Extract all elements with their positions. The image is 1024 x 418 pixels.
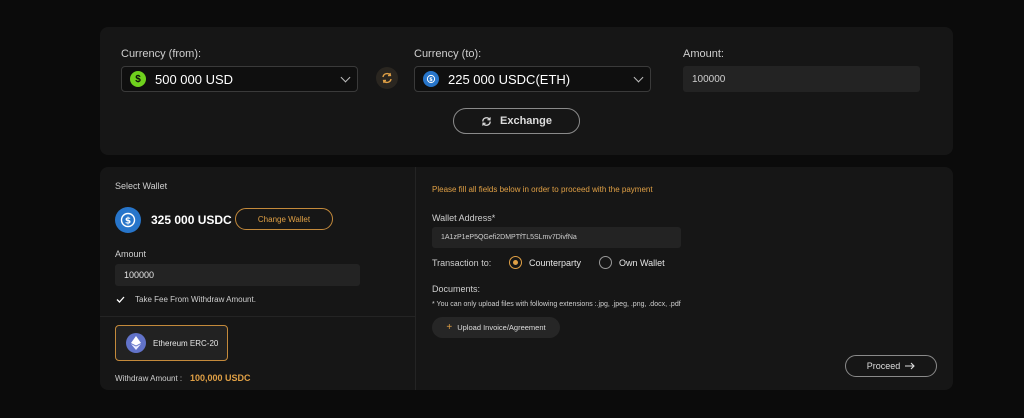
arrow-right-icon <box>905 362 916 370</box>
exchange-button-label: Exchange <box>500 115 552 127</box>
upload-invoice-button[interactable]: + Upload Invoice/Agreement <box>432 317 560 338</box>
wallet-address-label: Wallet Address* <box>432 213 496 223</box>
usdc-coin-icon: $ <box>423 71 439 87</box>
wallet-amount-input[interactable]: 100000 <box>115 264 360 286</box>
currency-to-label: Currency (to): <box>414 48 482 60</box>
ethereum-icon <box>126 333 146 353</box>
swap-currencies-button[interactable] <box>376 67 398 89</box>
change-wallet-button[interactable]: Change Wallet <box>235 208 333 230</box>
payment-panel: Select Wallet $ 325 000 USDC Change Wall… <box>100 167 953 390</box>
chevron-down-icon <box>340 72 351 82</box>
chevron-down-icon <box>633 72 644 82</box>
amount-label: Amount: <box>683 48 724 60</box>
radio-counterparty-label: Counterparty <box>529 257 582 268</box>
transaction-to-label: Transaction to: <box>432 258 492 268</box>
radio-own-wallet-dot <box>599 256 612 269</box>
svg-text:$: $ <box>125 217 131 227</box>
exchange-button[interactable]: Exchange <box>453 108 580 134</box>
wallet-balance: 325 000 USDC <box>151 213 232 227</box>
network-option-ethereum[interactable]: Ethereum ERC-20 <box>115 325 228 361</box>
fee-checkbox-row: Take Fee From Withdraw Amount. <box>115 294 256 305</box>
plus-icon: + <box>446 322 453 333</box>
proceed-button-label: Proceed <box>866 361 901 371</box>
divider <box>100 316 415 317</box>
currency-to-value: 225 000 USDC(ETH) <box>448 71 571 87</box>
swap-icon <box>382 72 392 84</box>
radio-own-wallet[interactable]: Own Wallet <box>599 256 665 269</box>
wallet-address-input[interactable]: 1A1zP1eP5QGefi2DMPTfTL5SLmv7DivfNa <box>432 227 681 248</box>
svg-text:$: $ <box>429 77 433 83</box>
withdraw-amount-label: Withdraw Amount : <box>115 374 183 383</box>
usdc-wallet-icon: $ <box>115 207 141 233</box>
select-wallet-label: Select Wallet <box>115 181 168 191</box>
currency-from-select[interactable]: $ 500 000 USD <box>121 66 358 92</box>
radio-counterparty-dot <box>509 256 522 269</box>
fee-checkbox-label: Take Fee From Withdraw Amount. <box>135 295 256 304</box>
currency-to-select[interactable]: $ 225 000 USDC(ETH) <box>414 66 651 92</box>
documents-note: * You can only upload files with followi… <box>432 301 681 308</box>
documents-label: Documents: <box>432 284 481 294</box>
radio-counterparty[interactable]: Counterparty <box>509 256 581 269</box>
upload-invoice-label: Upload Invoice/Agreement <box>457 323 546 332</box>
refresh-icon <box>482 116 491 126</box>
check-icon <box>116 296 125 303</box>
withdraw-amount-value: 100,000 USDC <box>190 373 251 383</box>
usd-coin-icon: $ <box>130 71 146 87</box>
column-divider <box>415 167 416 390</box>
wallet-amount-label: Amount <box>115 249 147 259</box>
proceed-button[interactable]: Proceed <box>845 355 937 377</box>
currency-from-value: 500 000 USD <box>155 71 234 87</box>
amount-input[interactable]: 100000 <box>683 66 920 92</box>
exchange-panel: Currency (from): $ 500 000 USD Currency … <box>100 27 953 155</box>
currency-from-label: Currency (from): <box>121 48 202 60</box>
radio-own-wallet-label: Own Wallet <box>619 257 665 268</box>
network-label: Ethereum ERC-20 <box>153 338 219 348</box>
fee-checkbox[interactable] <box>115 294 126 305</box>
payment-notice: Please fill all fields below in order to… <box>432 185 653 194</box>
